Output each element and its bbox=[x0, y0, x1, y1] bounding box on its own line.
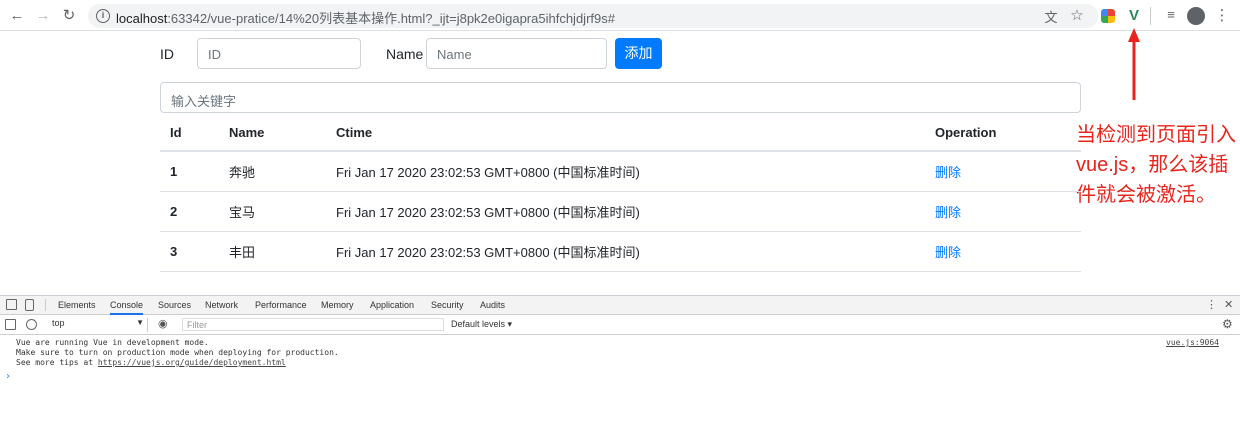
id-input[interactable]: ID bbox=[197, 38, 361, 69]
cell-id: 1 bbox=[170, 164, 178, 179]
header-operation: Operation bbox=[935, 124, 997, 140]
table-row: 1 奔驰 Fri Jan 17 2020 23:02:53 GMT+0800 (… bbox=[160, 152, 1081, 192]
annotation-text: 当检测到页面引入vue.js，那么该插件就会被激活。 bbox=[1076, 124, 1236, 206]
url-path: :63342/vue-pratice/14%20列表基本操作.html?_ijt… bbox=[167, 11, 615, 26]
table-header: Id Name Ctime Operation bbox=[160, 114, 1081, 152]
cell-name: 丰田 bbox=[229, 245, 256, 260]
delete-link[interactable]: 删除 bbox=[935, 192, 961, 231]
log-levels-dropdown[interactable]: Default levels ▾ bbox=[451, 319, 512, 330]
name-label: Name bbox=[386, 46, 424, 62]
console-log-line: Make sure to turn on production mode whe… bbox=[16, 348, 339, 357]
console-log-line: See more tips at https://vuejs.org/guide… bbox=[16, 358, 286, 367]
cars-table: Id Name Ctime Operation 1 奔驰 Fri Jan 17 … bbox=[160, 114, 1081, 272]
log-levels-label: Default levels bbox=[451, 319, 506, 329]
toolbar-divider bbox=[1150, 7, 1151, 25]
tab-performance[interactable]: Performance bbox=[255, 300, 307, 310]
inspect-element-icon[interactable] bbox=[6, 299, 17, 310]
clear-console-icon[interactable] bbox=[26, 319, 37, 330]
deployment-link[interactable]: https://vuejs.org/guide/deployment.html bbox=[98, 358, 286, 367]
url-host: localhost bbox=[116, 11, 168, 26]
profile-avatar-icon[interactable] bbox=[1187, 7, 1205, 25]
console-settings-gear-icon[interactable]: ⚙ bbox=[1222, 317, 1233, 331]
translate-icon[interactable]: 文 bbox=[1042, 7, 1060, 25]
devtools-close-icon[interactable]: ✕ bbox=[1224, 298, 1233, 311]
header-name: Name bbox=[229, 124, 265, 140]
url-text[interactable]: localhost:63342/vue-pratice/14%20列表基本操作.… bbox=[116, 8, 615, 27]
add-form: ID ID Name Name 添加 bbox=[160, 38, 1081, 69]
console-log-text: See more tips at bbox=[16, 358, 98, 367]
reload-icon[interactable]: ↻ bbox=[60, 7, 78, 25]
devtools-tabbar: Elements Console Sources Network Perform… bbox=[0, 296, 1240, 315]
sidebar-toggle-icon[interactable] bbox=[5, 319, 16, 330]
chevron-down-icon: ▼ bbox=[136, 318, 144, 327]
cell-id: 3 bbox=[170, 244, 178, 259]
forward-icon[interactable]: → bbox=[34, 7, 52, 25]
cell-ctime: Fri Jan 17 2020 23:02:53 GMT+0800 (中国标准时… bbox=[336, 245, 640, 260]
devtools-menu-icon[interactable]: ⋮ bbox=[1206, 298, 1217, 311]
console-filter-input[interactable]: Filter bbox=[182, 318, 444, 331]
header-id: Id bbox=[170, 124, 182, 140]
cell-ctime: Fri Jan 17 2020 23:02:53 GMT+0800 (中国标准时… bbox=[336, 165, 640, 180]
table-row: 2 宝马 Fri Jan 17 2020 23:02:53 GMT+0800 (… bbox=[160, 192, 1081, 232]
search-input[interactable]: 输入关键字 bbox=[160, 82, 1081, 113]
extension-icon[interactable] bbox=[1101, 9, 1115, 23]
tab-elements[interactable]: Elements bbox=[58, 300, 96, 310]
browser-toolbar: ← → ↻ i localhost:63342/vue-pratice/14%2… bbox=[0, 0, 1240, 31]
tab-security[interactable]: Security bbox=[431, 300, 464, 310]
cell-id: 2 bbox=[170, 204, 178, 219]
add-button[interactable]: 添加 bbox=[615, 38, 662, 69]
info-icon[interactable]: i bbox=[96, 9, 110, 23]
tab-network[interactable]: Network bbox=[205, 300, 238, 310]
delete-link[interactable]: 删除 bbox=[935, 152, 961, 191]
log-source-link[interactable]: vue.js:9064 bbox=[1166, 338, 1219, 347]
reading-list-icon[interactable]: ≡ bbox=[1162, 7, 1180, 25]
devtools-panel: Elements Console Sources Network Perform… bbox=[0, 295, 1240, 427]
annotation-arrow bbox=[1128, 28, 1140, 100]
tab-memory[interactable]: Memory bbox=[321, 300, 354, 310]
console-log-line: Vue are running Vue in development mode. bbox=[16, 338, 209, 347]
context-selector[interactable]: top ▼ bbox=[48, 318, 148, 332]
tab-console[interactable]: Console bbox=[110, 300, 144, 315]
tab-divider bbox=[45, 299, 46, 311]
context-value: top bbox=[52, 318, 65, 328]
header-ctime: Ctime bbox=[336, 124, 373, 140]
address-bar[interactable]: i localhost:63342/vue-pratice/14%20列表基本操… bbox=[88, 4, 1098, 28]
cell-ctime: Fri Jan 17 2020 23:02:53 GMT+0800 (中国标准时… bbox=[336, 205, 640, 220]
tab-sources[interactable]: Sources bbox=[158, 300, 191, 310]
vue-devtools-icon[interactable]: V bbox=[1125, 7, 1143, 25]
menu-kebab-icon[interactable]: ⋮ bbox=[1213, 7, 1231, 25]
cell-name: 奔驰 bbox=[229, 165, 256, 180]
console-prompt-icon[interactable]: › bbox=[5, 371, 11, 382]
console-toolbar: top ▼ ◉ Filter Default levels ▾ ⚙ bbox=[0, 315, 1240, 335]
back-icon[interactable]: ← bbox=[8, 7, 26, 25]
table-row: 3 丰田 Fri Jan 17 2020 23:02:53 GMT+0800 (… bbox=[160, 232, 1081, 272]
id-label: ID bbox=[160, 46, 174, 62]
cell-name: 宝马 bbox=[229, 205, 256, 220]
live-expression-eye-icon[interactable]: ◉ bbox=[158, 317, 168, 330]
tab-audits[interactable]: Audits bbox=[480, 300, 505, 310]
tab-application[interactable]: Application bbox=[370, 300, 414, 310]
delete-link[interactable]: 删除 bbox=[935, 232, 961, 271]
device-toolbar-icon[interactable] bbox=[25, 299, 34, 311]
bookmark-star-icon[interactable]: ☆ bbox=[1068, 7, 1086, 25]
name-input[interactable]: Name bbox=[426, 38, 607, 69]
